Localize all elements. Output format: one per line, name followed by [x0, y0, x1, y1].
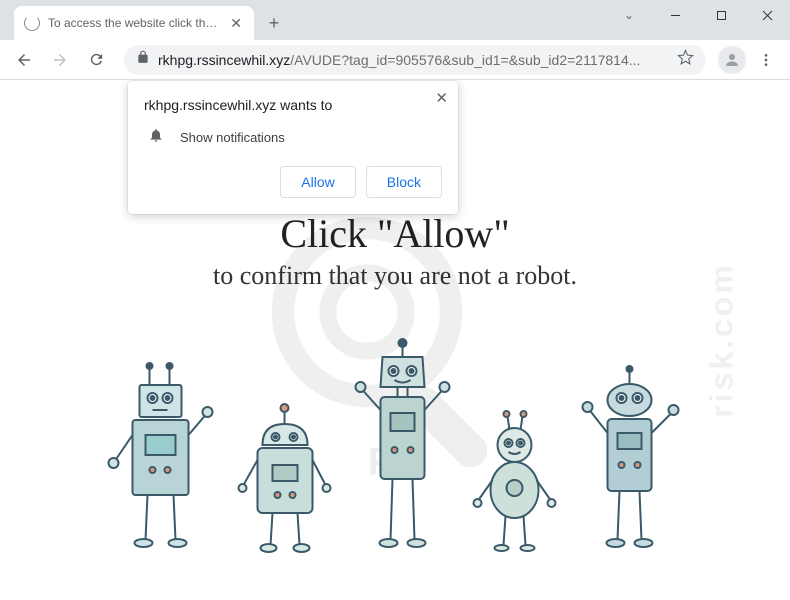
tab-title: To access the website click the "A	[48, 16, 220, 30]
url-text: rkhpg.rssincewhil.xyz/AVUDE?tag_id=90557…	[158, 52, 669, 68]
allow-button[interactable]: Allow	[280, 166, 355, 198]
permission-request-text: Show notifications	[180, 130, 285, 145]
permission-origin-text: rkhpg.rssincewhil.xyz wants to	[144, 97, 442, 113]
robots-illustration	[108, 335, 683, 560]
page-content: PC risk.com Click "Allow" to confirm tha…	[0, 80, 790, 600]
close-window-button[interactable]	[744, 0, 790, 30]
close-tab-icon[interactable]: ✕	[228, 15, 244, 32]
robot-3-icon	[353, 335, 453, 560]
reload-button[interactable]	[80, 44, 112, 76]
kebab-menu-icon[interactable]	[750, 44, 782, 76]
notification-permission-dialog: ✕ rkhpg.rssincewhil.xyz wants to Show no…	[128, 81, 458, 214]
profile-avatar-button[interactable]	[718, 46, 746, 74]
bookmark-star-icon[interactable]	[677, 49, 694, 71]
new-tab-button[interactable]: +	[260, 9, 288, 37]
page-headline: Click "Allow"	[0, 210, 790, 257]
robot-4-icon	[473, 410, 558, 560]
forward-button[interactable]	[44, 44, 76, 76]
back-button[interactable]	[8, 44, 40, 76]
block-button[interactable]: Block	[366, 166, 442, 198]
robot-2-icon	[238, 400, 333, 560]
tab-dropdown-icon[interactable]: ⌄	[606, 0, 652, 30]
robot-5-icon	[578, 365, 683, 560]
page-subline: to confirm that you are not a robot.	[0, 261, 790, 291]
address-bar[interactable]: rkhpg.rssincewhil.xyz/AVUDE?tag_id=90557…	[124, 45, 706, 75]
close-dialog-icon[interactable]: ✕	[435, 89, 448, 107]
bell-icon	[148, 127, 164, 148]
lock-icon	[136, 50, 150, 69]
minimize-button[interactable]	[652, 0, 698, 30]
browser-tab[interactable]: To access the website click the "A ✕	[14, 6, 254, 40]
browser-toolbar: rkhpg.rssincewhil.xyz/AVUDE?tag_id=90557…	[0, 40, 790, 80]
maximize-button[interactable]	[698, 0, 744, 30]
window-titlebar: To access the website click the "A ✕ + ⌄	[0, 0, 790, 40]
loading-favicon-icon	[24, 15, 40, 31]
robot-1-icon	[108, 360, 218, 560]
window-controls: ⌄	[606, 0, 790, 40]
